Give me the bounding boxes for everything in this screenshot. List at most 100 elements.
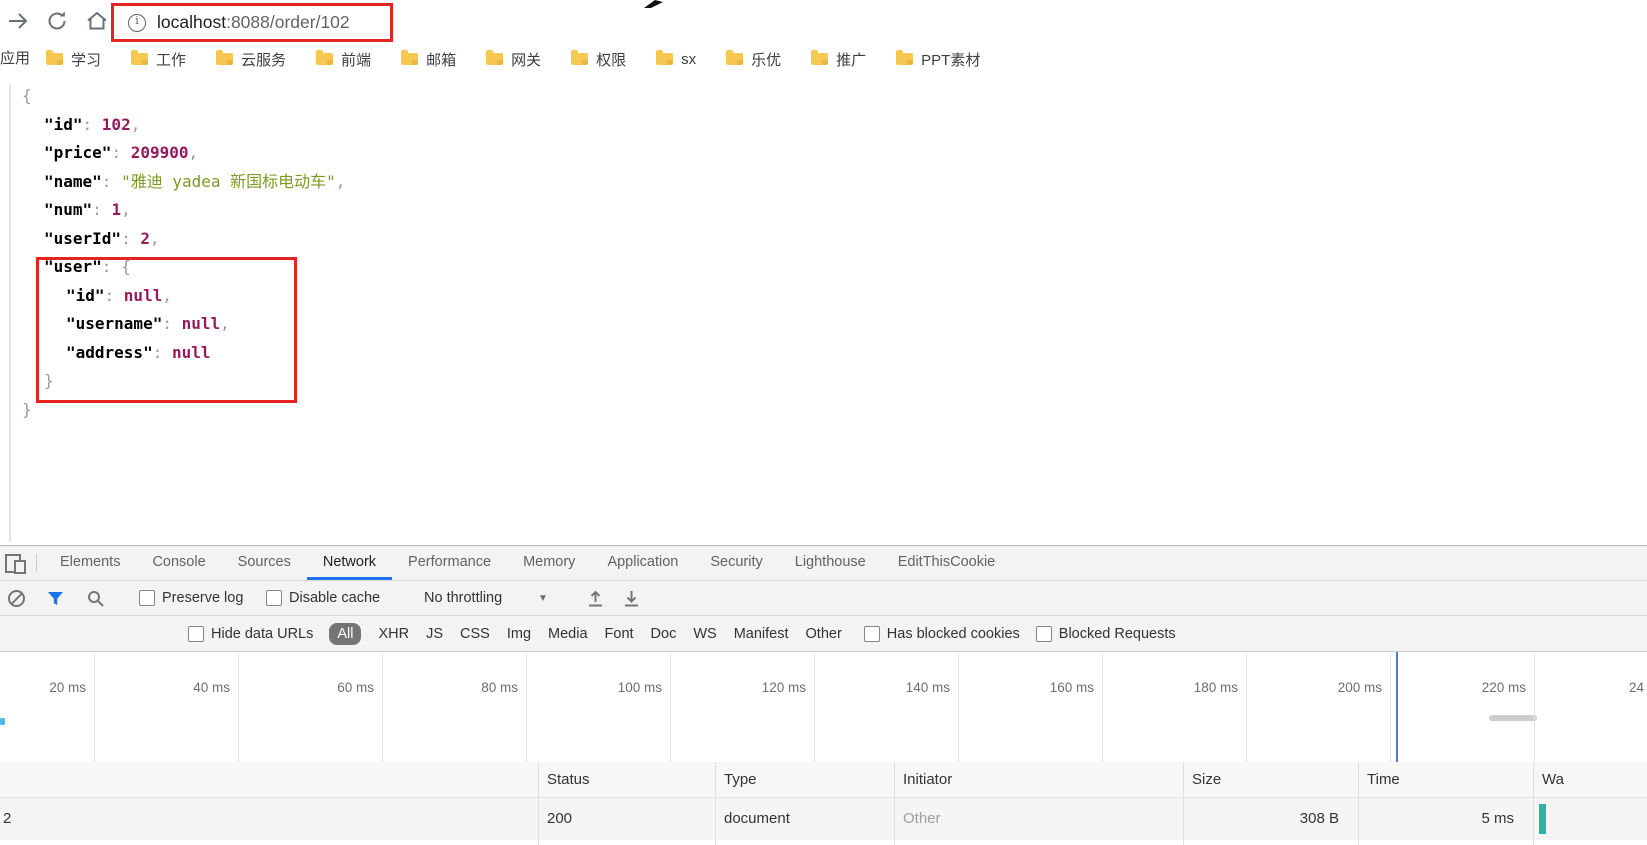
timeline-gridline — [1102, 652, 1103, 762]
search-icon[interactable] — [87, 581, 104, 615]
throttling-select[interactable]: No throttling — [424, 581, 502, 615]
cell-type: stylesheet — [724, 840, 894, 845]
preserve-log-checkbox[interactable]: Preserve log — [139, 581, 243, 615]
disable-cache-checkbox[interactable]: Disable cache — [266, 581, 380, 615]
filter-type-js[interactable]: JS — [426, 626, 443, 642]
json-token: "name" — [44, 171, 102, 191]
folder-icon — [486, 50, 504, 65]
forward-icon[interactable] — [6, 9, 30, 33]
cursor-artifact — [644, 0, 663, 8]
clear-log-icon[interactable] — [8, 581, 25, 615]
json-response-view: {"id": 102, "price": 209900, "name": "雅迪 y… — [0, 76, 1647, 545]
filter-icon[interactable] — [47, 581, 64, 615]
tab-lighthouse[interactable]: Lighthouse — [779, 546, 882, 580]
table-row[interactable]: 200 stylesheet jquery.js:70.4 kB 6 ms — [0, 840, 1647, 845]
column-separator — [715, 762, 716, 845]
timeline-tick-label: 80 ms — [481, 680, 518, 695]
bookmark-label: 权限 — [596, 51, 627, 69]
timeline-gridline — [238, 652, 239, 762]
timeline-gridline — [382, 652, 383, 762]
bookmark-sx[interactable]: sx — [656, 50, 696, 68]
devtools-panel: Elements Console Sources Network Performance… — [0, 545, 1647, 845]
tab-editthiscookie[interactable]: EditThisCookie — [882, 546, 1012, 580]
reload-icon[interactable] — [45, 9, 69, 33]
json-token: , — [335, 171, 346, 191]
tab-performance[interactable]: Performance — [392, 546, 507, 580]
table-row[interactable]: 2 200 document Other 308 B 5 ms — [0, 798, 1647, 841]
tab-console[interactable]: Console — [136, 546, 221, 580]
network-toolbar: Preserve log Disable cache No throttling… — [0, 581, 1647, 642]
column-header-wa[interactable]: Wa — [1534, 762, 1647, 798]
address-bar[interactable]: localhost:8088/order/102 — [111, 3, 393, 42]
filter-type-other[interactable]: Other — [806, 626, 842, 642]
timeline-tick-label: 140 ms — [905, 680, 950, 695]
bookmark-工作[interactable]: 工作 — [131, 49, 186, 70]
bookmark-邮箱[interactable]: 邮箱 — [401, 49, 456, 70]
column-separator — [1358, 762, 1359, 845]
network-filterbar: Hide data URLs All XHR JS CSS Img Media Font Do… — [0, 616, 1647, 652]
filter-type-ws[interactable]: WS — [693, 626, 716, 642]
blocked-requests-checkbox[interactable]: Blocked Requests — [1035, 625, 1176, 642]
json-token: : — [111, 143, 131, 162]
bookmark-label: 工作 — [156, 51, 187, 69]
tab-security[interactable]: Security — [694, 546, 778, 580]
overview-scroll-pill[interactable] — [1489, 715, 1537, 721]
column-header-initiator[interactable]: Initiator — [895, 762, 1183, 798]
bookmark-PPT素材[interactable]: PPT素材 — [896, 49, 980, 70]
hide-data-urls-checkbox[interactable]: Hide data URLs — [188, 625, 313, 642]
filter-type-font[interactable]: Font — [605, 626, 634, 642]
column-header-type[interactable]: Type — [716, 762, 894, 798]
json-token: "num" — [44, 200, 93, 219]
page-info-icon[interactable] — [128, 13, 146, 32]
bookmark-权限[interactable]: 权限 — [571, 49, 626, 70]
timeline-gridline — [1534, 652, 1535, 762]
json-line: "userId": 2, — [22, 225, 345, 254]
filter-type-img[interactable]: Img — [507, 626, 531, 642]
tab-sources[interactable]: Sources — [222, 546, 307, 580]
url-text[interactable]: localhost:8088/order/102 — [157, 12, 350, 33]
filter-type-css[interactable]: CSS — [460, 626, 490, 642]
filter-type-manifest[interactable]: Manifest — [734, 626, 789, 642]
timeline-gridline — [94, 652, 95, 762]
text-caret-gutter — [9, 84, 11, 542]
cell-size: 0.4 kB — [1184, 840, 1339, 845]
home-icon[interactable] — [85, 9, 109, 33]
import-har-icon[interactable] — [588, 581, 603, 615]
tab-elements[interactable]: Elements — [44, 546, 136, 580]
json-token: 1 — [111, 200, 122, 219]
tab-network[interactable]: Network — [306, 546, 393, 580]
has-blocked-cookies-checkbox[interactable]: Has blocked cookies — [863, 625, 1020, 642]
filter-type-xhr[interactable]: XHR — [378, 626, 409, 642]
filter-type-media[interactable]: Media — [548, 626, 588, 642]
bookmark-学习[interactable]: 学习 — [46, 49, 101, 70]
column-header-size[interactable]: Size — [1184, 762, 1349, 798]
timeline-tick-label: 60 ms — [337, 680, 374, 695]
device-toolbar-icon[interactable] — [5, 554, 27, 574]
timeline-gridline — [814, 652, 815, 762]
column-header-status[interactable]: Status — [539, 762, 715, 798]
column-header-time[interactable]: Time — [1359, 762, 1524, 798]
cell-initiator: Other — [903, 810, 941, 827]
timeline-tick-label: 40 ms — [193, 680, 230, 695]
bookmark-前端[interactable]: 前端 — [316, 49, 371, 70]
column-separator — [1183, 762, 1184, 845]
bookmark-乐优[interactable]: 乐优 — [726, 49, 781, 70]
cell-name: 2 — [3, 810, 12, 827]
tab-application[interactable]: Application — [591, 546, 694, 580]
timeline-gridline — [1390, 652, 1391, 762]
bookmark-label: 推广 — [836, 51, 867, 69]
bookmark-推广[interactable]: 推广 — [811, 49, 866, 70]
export-har-icon[interactable] — [624, 581, 639, 615]
cell-size: 308 B — [1299, 810, 1339, 827]
json-line: "id": 102, — [22, 111, 345, 140]
network-overview-timeline[interactable]: 24 20 ms 40 ms 60 ms 80 ms 100 ms 120 ms 140 m… — [0, 652, 1647, 762]
tab-memory[interactable]: Memory — [507, 546, 591, 580]
network-request-table: Status Type Initiator Size Time Wa 2 200 docume… — [0, 762, 1647, 845]
bookmark-网关[interactable]: 网关 — [486, 49, 541, 70]
bookmark-apps[interactable]: 应用 — [0, 42, 30, 76]
bookmark-云服务[interactable]: 云服务 — [216, 49, 286, 70]
throttling-dropdown-arrow[interactable]: ▼ — [538, 581, 548, 615]
filter-type-doc[interactable]: Doc — [651, 626, 677, 642]
filter-type-all[interactable]: All — [329, 622, 362, 645]
json-line: "num": 1, — [22, 196, 345, 225]
